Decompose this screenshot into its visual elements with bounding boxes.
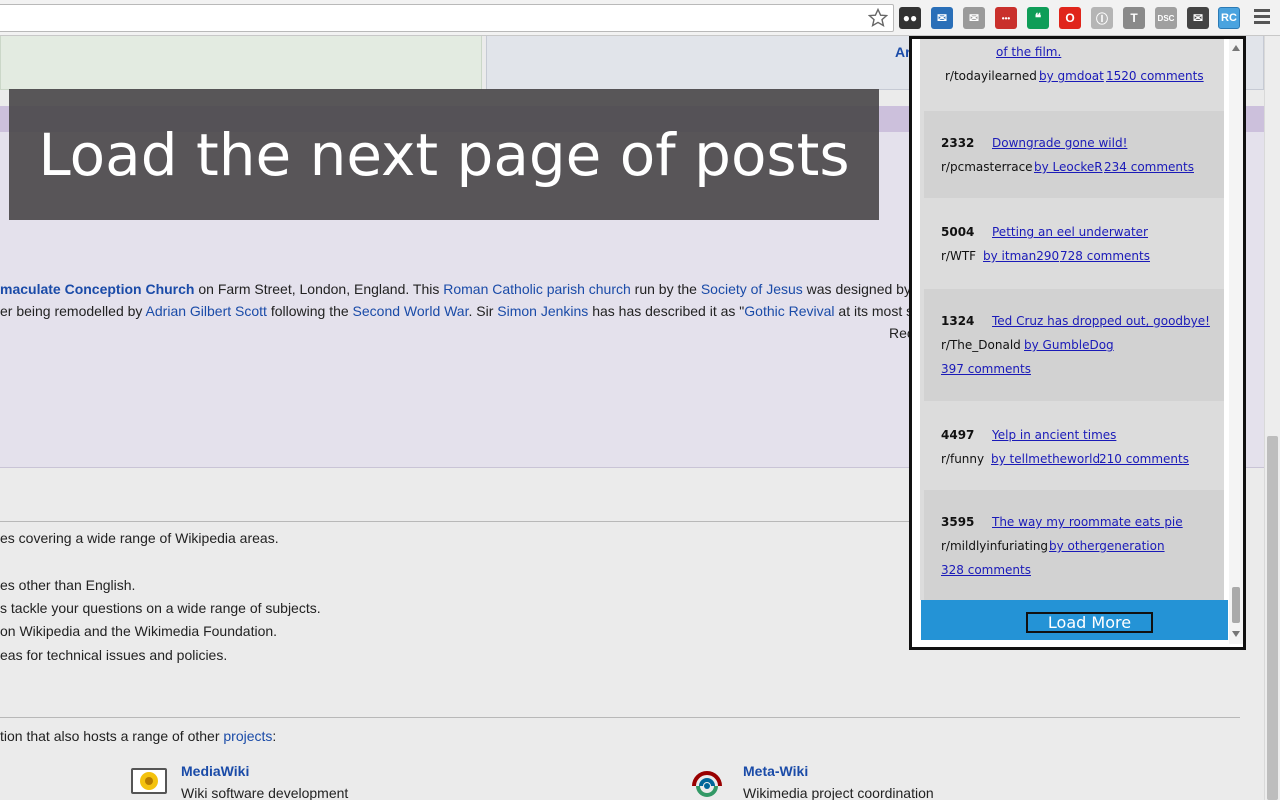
text-extension-icon[interactable]: T: [1123, 7, 1145, 29]
gmail-icon[interactable]: ✉: [963, 7, 985, 29]
mediawiki-link[interactable]: MediaWiki: [181, 763, 249, 779]
post-item: 4497 Yelp in ancient times r/funny by te…: [924, 403, 1224, 490]
author-link[interactable]: by othergeneration: [1049, 539, 1165, 553]
subreddit-label: r/mildlyinfuriating: [941, 539, 1049, 553]
page-scrollbar[interactable]: [1264, 36, 1280, 800]
opera-icon[interactable]: O: [1059, 7, 1081, 29]
post-title-link[interactable]: Ted Cruz has dropped out, goodbye!: [992, 314, 1210, 328]
reddit-extension-popup: of the film. r/todayilearned by gmdoat 1…: [909, 36, 1246, 650]
projects-link[interactable]: projects: [223, 728, 272, 744]
scroll-up-arrow-icon[interactable]: [1232, 45, 1240, 51]
other-areas-line-2: es other than English.: [0, 577, 136, 593]
post-item: 3595 The way my roommate eats pie r/mild…: [924, 490, 1224, 600]
address-bar[interactable]: [0, 4, 894, 32]
author-link[interactable]: by tellmetheworld: [991, 452, 1100, 466]
chrome-menu-icon[interactable]: [1254, 9, 1270, 27]
load-more-bar: Load More: [921, 600, 1228, 640]
subreddit-label: r/todayilearned: [945, 69, 1037, 83]
inbox-icon[interactable]: ✉: [1187, 7, 1209, 29]
comments-link[interactable]: 1520 comments: [1106, 69, 1204, 83]
page-scrollbar-thumb[interactable]: [1267, 436, 1278, 800]
roman-catholic-link[interactable]: Roman Catholic parish church: [443, 281, 631, 297]
text: er being remodelled by: [0, 303, 146, 319]
text: was designed by: [802, 281, 911, 297]
second-world-war-link[interactable]: Second World War: [353, 303, 469, 319]
popup-scrollbar[interactable]: [1229, 39, 1243, 644]
comments-link[interactable]: 328 comments: [941, 563, 1031, 577]
text: run by the: [630, 281, 701, 297]
post-score: 1324: [941, 314, 975, 328]
pocket-icon[interactable]: Ⓘ: [1091, 7, 1113, 29]
post-title-link[interactable]: Yelp in ancient times: [992, 428, 1116, 442]
comments-link[interactable]: 728 comments: [1060, 249, 1150, 263]
comments-link[interactable]: 397 comments: [941, 362, 1031, 376]
section-divider: [0, 717, 1240, 718]
scroll-down-arrow-icon[interactable]: [1232, 631, 1240, 637]
hangouts-icon[interactable]: ❝: [1027, 7, 1049, 29]
author-link[interactable]: by LeockeR: [1034, 160, 1103, 174]
meta-wiki-description: Wikimedia project coordination: [743, 785, 934, 800]
post-item: 5004 Petting an eel underwater r/WTF by …: [924, 200, 1224, 287]
meta-wiki-logo-icon[interactable]: [689, 764, 725, 800]
text: :: [272, 728, 277, 744]
other-areas-line-4: on Wikipedia and the Wikimedia Foundatio…: [0, 623, 278, 639]
browser-toolbar: ●● ✉ ✉ ••• ❝ O Ⓘ T DSC ✉ RC: [0, 0, 1280, 36]
subreddit-label: r/funny: [941, 452, 985, 466]
mail-checker-icon[interactable]: ✉: [931, 7, 953, 29]
post-title-link[interactable]: Petting an eel underwater: [992, 225, 1148, 239]
text: at its most s: [834, 303, 914, 319]
post-title-link[interactable]: Downgrade gone wild!: [992, 136, 1127, 150]
post-item: 1324 Ted Cruz has dropped out, goodbye! …: [924, 289, 1224, 401]
comments-link[interactable]: 234 comments: [1104, 160, 1194, 174]
reddit-companion-extension-icon[interactable]: RC: [1218, 7, 1240, 29]
author-link[interactable]: by GumbleDog: [1024, 338, 1114, 352]
text: has has described it as ": [588, 303, 745, 319]
post-score: 5004: [941, 225, 975, 239]
featured-article-box: [0, 36, 482, 90]
text: following the: [266, 303, 353, 319]
gothic-revival-link[interactable]: Gothic Revival: [744, 303, 834, 319]
other-areas-line-1: es covering a wide range of Wikipedia ar…: [0, 530, 279, 546]
subreddit-label: r/pcmasterrace: [941, 160, 1033, 174]
author-link[interactable]: by itman290: [983, 249, 1059, 263]
other-areas-line-3: s tackle your questions on a wide range …: [0, 600, 321, 616]
simon-jenkins-link[interactable]: Simon Jenkins: [497, 303, 588, 319]
tampermonkey-icon[interactable]: ●●: [899, 7, 921, 29]
meta-wiki-link[interactable]: Meta-Wiki: [743, 763, 808, 779]
bookmark-star-icon[interactable]: [867, 7, 889, 28]
post-title-link[interactable]: The way my roommate eats pie: [992, 515, 1183, 529]
post-score: 4497: [941, 428, 975, 442]
dsc-extension-icon[interactable]: DSC: [1155, 7, 1177, 29]
mediawiki-logo-icon[interactable]: [131, 768, 167, 794]
load-next-page-tooltip: Load the next page of posts: [9, 89, 879, 220]
other-areas-line-5: eas for technical issues and policies.: [0, 647, 228, 663]
society-of-jesus-link[interactable]: Society of Jesus: [701, 281, 803, 297]
subreddit-label: r/The_Donald: [941, 338, 1021, 352]
author-link[interactable]: by gmdoat: [1039, 69, 1104, 83]
subreddit-label: r/WTF: [941, 249, 977, 263]
post-title-link[interactable]: of the film.: [996, 45, 1061, 59]
adrian-gilbert-scott-link[interactable]: Adrian Gilbert Scott: [146, 303, 267, 319]
post-item: 2332 Downgrade gone wild! r/pcmasterrace…: [924, 111, 1224, 198]
text: tion that also hosts a range of other: [0, 728, 224, 744]
popup-scrollbar-thumb[interactable]: [1232, 587, 1240, 623]
post-score: 3595: [941, 515, 975, 529]
sister-projects-intro: tion that also hosts a range of other pr…: [0, 728, 276, 744]
post-feed[interactable]: of the film. r/todayilearned by gmdoat 1…: [920, 39, 1224, 600]
post-score: 2332: [941, 136, 975, 150]
lastpass-icon[interactable]: •••: [995, 7, 1017, 29]
featured-text-line-1: maculate Conception Church on Farm Stree…: [0, 281, 911, 297]
text: . Sir: [468, 303, 498, 319]
load-more-button[interactable]: Load More: [1026, 612, 1153, 633]
featured-article-link[interactable]: maculate Conception Church: [0, 281, 194, 297]
comments-link[interactable]: 210 comments: [1099, 452, 1189, 466]
mediawiki-description: Wiki software development: [181, 785, 349, 800]
featured-text-line-2: er being remodelled by Adrian Gilbert Sc…: [0, 303, 913, 319]
text: on Farm Street, London, England. This: [194, 281, 444, 297]
